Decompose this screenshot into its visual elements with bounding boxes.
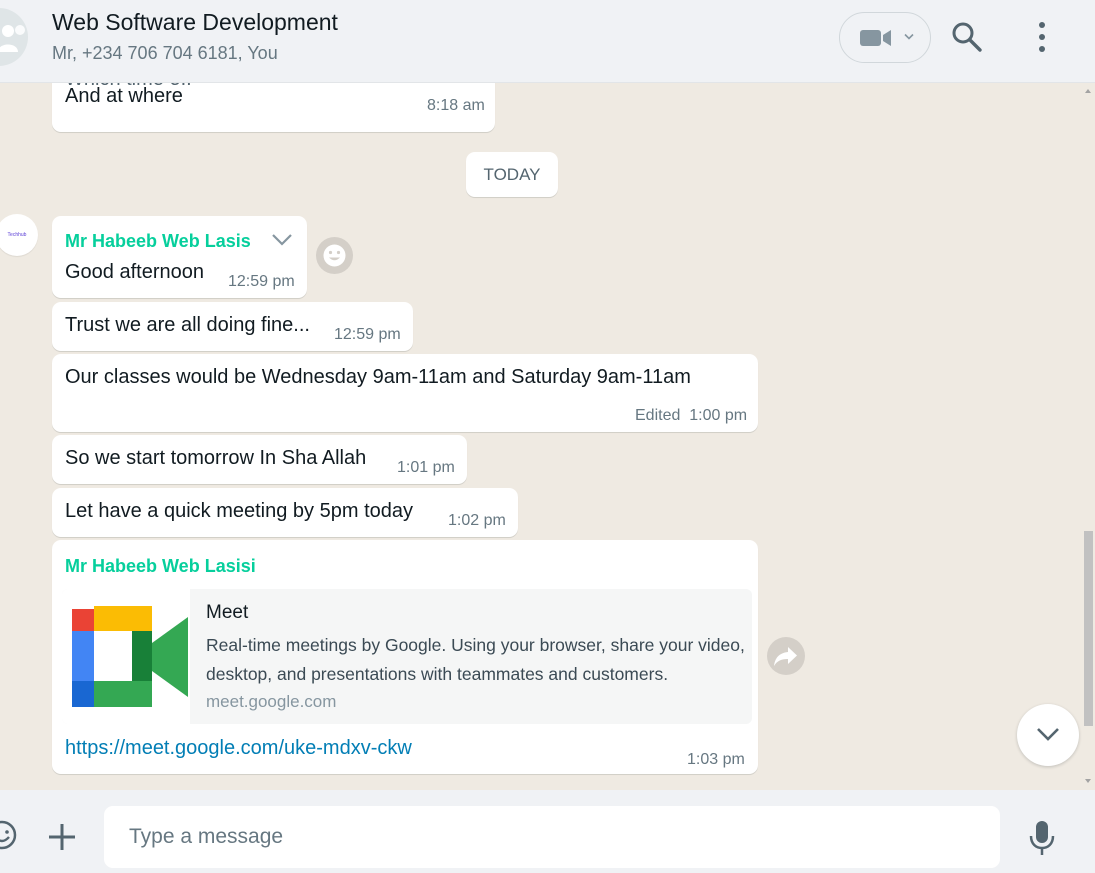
message-input-box[interactable] <box>104 806 1000 868</box>
date-divider: TODAY <box>466 152 558 197</box>
sender-name[interactable]: Mr Habeeb Web Lasis <box>65 231 257 252</box>
preview-title: Meet <box>206 602 249 623</box>
attach-button[interactable] <box>48 823 76 851</box>
message-bubble[interactable]: Our classes would be Wednesday 9am-11am … <box>52 354 758 432</box>
preview-description: Real-time meetings by Google. Using your… <box>206 635 745 684</box>
chat-participants[interactable]: Mr, +234 706 704 6181, You <box>52 43 278 64</box>
sender-name[interactable]: Mr Habeeb Web Lasisi <box>65 556 365 577</box>
message-text: Good afternoon <box>65 261 204 283</box>
message-time: 1:03 pm <box>687 751 745 768</box>
search-button[interactable] <box>950 20 984 54</box>
message-time: Edited 1:00 pm <box>635 407 748 424</box>
scroll-up-arrow[interactable] <box>1085 89 1091 93</box>
plus-icon <box>49 824 75 850</box>
search-icon <box>952 22 982 52</box>
scroll-to-bottom-button[interactable] <box>1017 704 1079 766</box>
link-preview[interactable]: Meet Real-time meetings by Google. Using… <box>62 589 752 724</box>
message-bubble[interactable]: Which time o.. And at where 8:18 am <box>52 83 495 132</box>
group-icon <box>0 25 25 52</box>
menu-dots-icon <box>1039 22 1045 52</box>
message-bubble[interactable]: Mr Habeeb Web Lasisi Meet Real-time meet… <box>52 540 758 774</box>
voice-message-button[interactable] <box>1028 820 1056 856</box>
message-input[interactable] <box>104 806 1000 868</box>
message-time: 12:59 pm <box>228 273 295 290</box>
chat-title[interactable]: Web Software Development <box>52 9 338 36</box>
scroll-down-arrow[interactable] <box>1085 779 1091 783</box>
message-bubble[interactable]: Mr Habeeb Web Lasis Good afternoon 12:59… <box>52 216 307 298</box>
message-bubble[interactable]: Let have a quick meeting by 5pm today 1:… <box>52 488 518 537</box>
preview-thumbnail <box>62 589 190 724</box>
google-meet-logo-icon <box>72 606 188 707</box>
chat-header: Web Software Development Mr, +234 706 70… <box>0 0 1095 83</box>
forward-button[interactable] <box>767 637 805 675</box>
chevron-down-icon <box>904 33 914 40</box>
message-link[interactable]: https://meet.google.com/uke-mdxv-ckw <box>65 737 412 760</box>
message-bubble[interactable]: Trust we are all doing fine... 12:59 pm <box>52 302 413 351</box>
sender-avatar[interactable]: Techhub <box>0 214 38 256</box>
message-list[interactable]: Which time o.. And at where 8:18 am TODA… <box>0 83 1095 790</box>
message-text: And at where <box>65 85 183 107</box>
message-text: Let have a quick meeting by 5pm today <box>65 500 413 522</box>
react-button[interactable] <box>316 237 353 274</box>
message-time: 1:01 pm <box>397 459 455 476</box>
message-time: 8:18 am <box>427 97 485 114</box>
scrollbar-thumb[interactable] <box>1084 531 1093 726</box>
message-text: Our classes would be Wednesday 9am-11am … <box>65 366 691 388</box>
menu-button[interactable] <box>1030 20 1054 54</box>
message-text: Trust we are all doing fine... <box>65 314 310 336</box>
video-call-button[interactable] <box>839 12 931 63</box>
video-camera-icon <box>860 30 891 46</box>
emoji-button[interactable] <box>0 819 18 851</box>
microphone-icon <box>1029 821 1055 855</box>
chevron-down-icon <box>1037 728 1059 741</box>
composer-bar <box>0 790 1095 873</box>
preview-domain: meet.google.com <box>206 692 337 711</box>
message-time: 1:02 pm <box>448 512 506 529</box>
message-text: So we start tomorrow In Sha Allah <box>65 447 367 469</box>
message-time: 12:59 pm <box>334 326 401 343</box>
forward-icon <box>774 647 797 666</box>
message-bubble[interactable]: So we start tomorrow In Sha Allah 1:01 p… <box>52 435 467 484</box>
emoji-icon <box>0 820 17 850</box>
scrollbar[interactable] <box>1082 83 1095 790</box>
emoji-icon <box>323 244 346 267</box>
chevron-down-icon[interactable] <box>271 233 293 247</box>
group-avatar[interactable] <box>0 8 28 66</box>
